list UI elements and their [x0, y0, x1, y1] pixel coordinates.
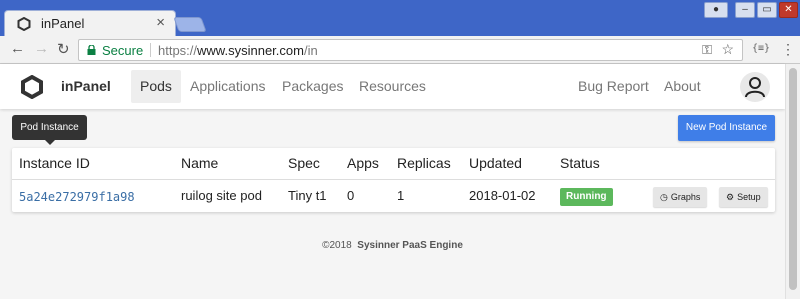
bookmark-star-icon[interactable]: ☆	[721, 41, 734, 58]
url-separator	[150, 43, 151, 57]
url-path: /in	[303, 43, 318, 58]
url-text[interactable]: https://www.sysinner.com/in	[158, 43, 318, 58]
tab-close-icon[interactable]: ×	[156, 14, 165, 31]
favicon-icon	[17, 17, 31, 31]
nav-item-pods[interactable]: Pods	[131, 70, 181, 103]
table-header-divider	[12, 179, 775, 180]
clock-icon: ◷	[660, 192, 668, 202]
column-header-spec: Spec	[288, 155, 320, 171]
reload-icon[interactable]: ↻	[57, 40, 70, 58]
nav-item-applications[interactable]: Applications	[181, 70, 275, 103]
column-header-replicas: Replicas	[397, 155, 451, 171]
url-host: www.sysinner.com	[197, 43, 304, 58]
column-header-apps: Apps	[347, 155, 379, 171]
brand-logo-icon[interactable]	[20, 75, 44, 99]
maximize-button[interactable]: ▭	[757, 2, 777, 18]
close-window-button[interactable]: ✕	[779, 2, 798, 18]
column-header-status: Status	[560, 155, 600, 171]
profile-icon[interactable]: ●	[704, 2, 728, 18]
lock-icon	[87, 45, 96, 55]
browser-tab[interactable]: inPanel ×	[4, 10, 176, 36]
scrollbar-thumb[interactable]	[789, 68, 797, 290]
pod-spec: Tiny t1	[288, 188, 327, 203]
column-header-name: Name	[181, 155, 219, 171]
user-avatar[interactable]	[740, 72, 770, 102]
pod-updated: 2018-01-02	[469, 188, 536, 203]
new-pod-instance-button[interactable]: New Pod Instance	[678, 115, 775, 141]
nav-item-resources[interactable]: Resources	[350, 70, 435, 103]
forward-arrow-icon[interactable]: →	[34, 40, 49, 57]
gear-icon: ⚙	[726, 192, 735, 202]
extension-icon[interactable]: {≡}	[752, 43, 770, 54]
status-badge: Running	[560, 188, 613, 206]
pod-apps: 0	[347, 188, 355, 203]
tooltip: Pod Instance	[12, 115, 87, 140]
column-header-instance-id: Instance ID	[19, 155, 90, 171]
tooltip-arrow	[45, 140, 55, 145]
secure-label: Secure	[102, 43, 144, 58]
pod-replicas: 1	[397, 188, 405, 203]
nav-item-packages[interactable]: Packages	[273, 70, 352, 103]
graphs-button[interactable]: ◷ Graphs	[653, 187, 708, 207]
browser-toolbar: ← → ↻ Secure https://www.sysinner.com/in…	[0, 36, 800, 64]
key-icon[interactable]: ⚿	[702, 42, 712, 58]
browser-tabstrip: inPanel × ● – ▭ ✕	[0, 0, 800, 36]
back-arrow-icon[interactable]: ←	[10, 40, 25, 57]
setup-label: Setup	[737, 192, 761, 202]
nav-item-bug-report[interactable]: Bug Report	[569, 70, 658, 103]
nav-item-about[interactable]: About	[655, 70, 710, 103]
pods-table: Instance ID Name Spec Apps Replicas Upda…	[12, 148, 775, 212]
page-content: inPanel Pods Applications Packages Resou…	[0, 64, 785, 299]
browser-menu-icon[interactable]: ⋮	[781, 41, 795, 58]
minimize-button[interactable]: –	[735, 2, 755, 18]
footer-company: Sysinner PaaS Engine	[357, 240, 463, 251]
user-icon	[745, 77, 765, 98]
address-bar[interactable]: Secure https://www.sysinner.com/in ⚿ ☆	[78, 39, 743, 61]
setup-button[interactable]: ⚙ Setup	[719, 187, 768, 207]
column-header-updated: Updated	[469, 155, 522, 171]
new-tab-button[interactable]	[173, 17, 207, 32]
graphs-label: Graphs	[670, 192, 701, 202]
footer-copyright: ©2018	[322, 240, 352, 251]
url-protocol: https://	[158, 43, 198, 58]
app-navbar: inPanel Pods Applications Packages Resou…	[0, 64, 785, 109]
instance-id-link[interactable]: 5a24e272979f1a98	[19, 190, 135, 204]
page-scrollbar[interactable]	[785, 64, 800, 299]
footer: ©2018 Sysinner PaaS Engine	[0, 240, 785, 251]
brand-name[interactable]: inPanel	[61, 78, 111, 94]
tab-title: inPanel	[41, 16, 85, 31]
pod-name: ruilog site pod	[181, 188, 262, 203]
